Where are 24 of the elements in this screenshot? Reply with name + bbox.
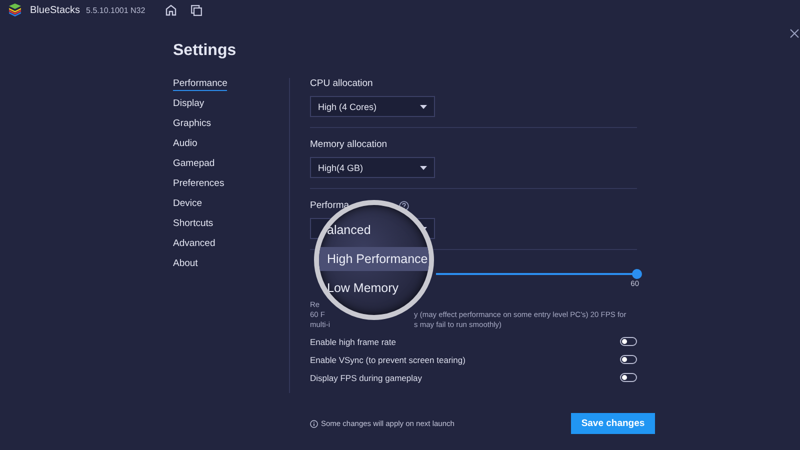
cpu-allocation-label: CPU allocation: [310, 78, 374, 89]
toggle-label: Enable VSync (to prevent screen tearing): [310, 354, 466, 364]
memory-allocation-label: Memory allocation: [310, 139, 388, 150]
toggle-label: Enable high frame rate: [310, 336, 396, 346]
cpu-allocation-dropdown[interactable]: High (4 Cores): [310, 96, 435, 117]
sidebar-item[interactable]: Display: [173, 98, 204, 111]
performance-mode-label: Performa: [310, 200, 350, 211]
settings-title: Settings: [173, 42, 238, 61]
app-version: 5.5.10.1001 N32: [86, 6, 146, 14]
sidebar-item[interactable]: Audio: [173, 138, 198, 151]
toggle-label: Display FPS during gameplay: [310, 372, 422, 382]
sidebar-item[interactable]: Preferences: [173, 178, 224, 191]
sidebar-item[interactable]: Device: [173, 198, 202, 211]
sidebar-item[interactable]: Gamepad: [173, 158, 215, 171]
sidebar-item[interactable]: About: [173, 258, 198, 271]
dropdown-option[interactable]: Low Memory: [319, 276, 429, 300]
sidebar-item[interactable]: Performance: [173, 78, 228, 91]
app-name: BlueStacks: [30, 4, 80, 16]
sidebar-item[interactable]: Graphics: [173, 118, 212, 131]
dropdown-option[interactable]: alanced: [319, 218, 429, 242]
dropdown-option[interactable]: High Performance: [319, 247, 429, 271]
sidebar-item[interactable]: Shortcuts: [173, 218, 214, 231]
sidebar-item[interactable]: Advanced: [173, 238, 216, 251]
memory-allocation-dropdown[interactable]: High(4 GB): [310, 157, 435, 178]
